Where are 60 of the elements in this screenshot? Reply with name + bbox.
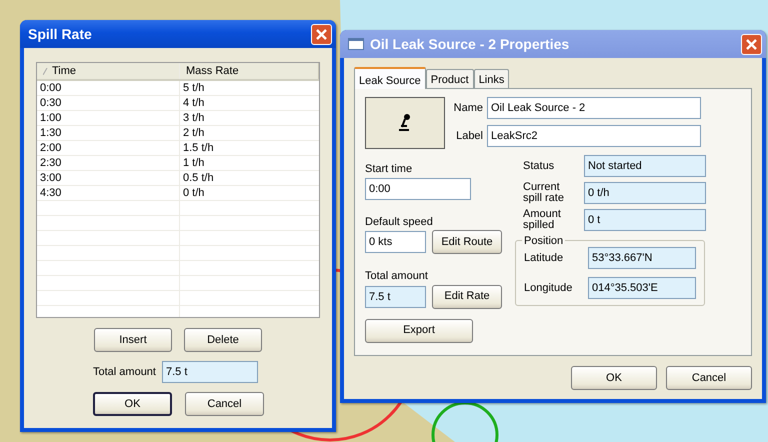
window-title: Oil Leak Source - 2 Properties [370,34,570,54]
close-icon [746,38,757,50]
table-button[interactable]: Delete [184,328,262,352]
field-label: Current spill rate [522,182,565,204]
input-field[interactable]: Oil Leak Source - 2 [487,97,701,119]
edit-button[interactable]: Edit Route [432,230,502,254]
table-cell: 1:30 [37,126,180,140]
tab[interactable]: Links [474,69,510,88]
column-header[interactable]: Mass Rate [180,63,319,79]
field-label: Amount spilled [522,209,562,231]
table-cell-text: 3 t/h [182,111,206,125]
input-field[interactable]: 0 t/h [584,182,706,204]
dialog-button[interactable]: OK [93,392,172,416]
sort-icon [43,68,48,74]
table-cell-text: 5 t/h [182,81,206,95]
table-cell-text: 4 t/h [182,96,206,110]
table-cell-text: 0.5 t/h [182,171,215,185]
window-icon [348,38,364,50]
field-label: Status [522,160,556,172]
field-label: Name [453,100,483,116]
table-cell: 4:30 [37,186,180,200]
dialog-button[interactable]: OK [571,366,657,390]
total-amount-field[interactable]: 7.5 t [162,361,258,383]
input-field[interactable]: LeakSrc2 [487,125,701,147]
table-cell-text: 1 t/h [182,156,206,170]
field-label: Label [455,128,483,144]
dialog-button[interactable]: Cancel [666,366,752,390]
window-title: Spill Rate [28,24,93,44]
input-field[interactable]: 53°33.667'N [588,247,696,269]
edit-button[interactable]: Edit Rate [432,284,502,308]
field-label: Latitude [524,250,564,266]
table-cell: 2:00 [37,141,180,155]
field-label: Longitude [524,280,574,296]
input-field[interactable]: 0 t [584,209,706,231]
table-cell-text: 2 t/h [182,126,206,140]
field-label: Default speed [365,214,434,230]
close-button[interactable] [741,34,762,54]
input-field[interactable]: Not started [584,155,706,177]
field-label: Total amount [93,364,156,380]
table-cell: 0:30 [37,96,180,110]
field-label: Total amount [365,269,429,284]
table-cell-text: 1.5 t/h [182,141,215,155]
table-cell: 1:00 [37,111,180,125]
input-field[interactable]: 014°35.503'E [588,277,696,299]
input-field[interactable]: 0:00 [365,178,471,200]
tab[interactable]: Leak Source [354,67,426,89]
column-header[interactable]: Time [37,63,180,79]
table-cell: 0:00 [37,81,180,95]
table-cell: 2:30 [37,156,180,170]
close-icon [316,28,327,40]
input-field[interactable]: 7.5 t [365,286,426,308]
table-cell-text: 0 t/h [182,186,206,200]
export-button[interactable]: Export [365,318,473,342]
dialog-button[interactable]: Cancel [185,392,264,416]
table-button[interactable]: Insert [94,328,172,352]
tab[interactable]: Product [426,69,474,88]
field-label: Start time [365,162,414,177]
table-cell: 3:00 [37,171,180,185]
input-field[interactable]: 0 kts [365,231,426,253]
close-button[interactable] [311,24,332,44]
